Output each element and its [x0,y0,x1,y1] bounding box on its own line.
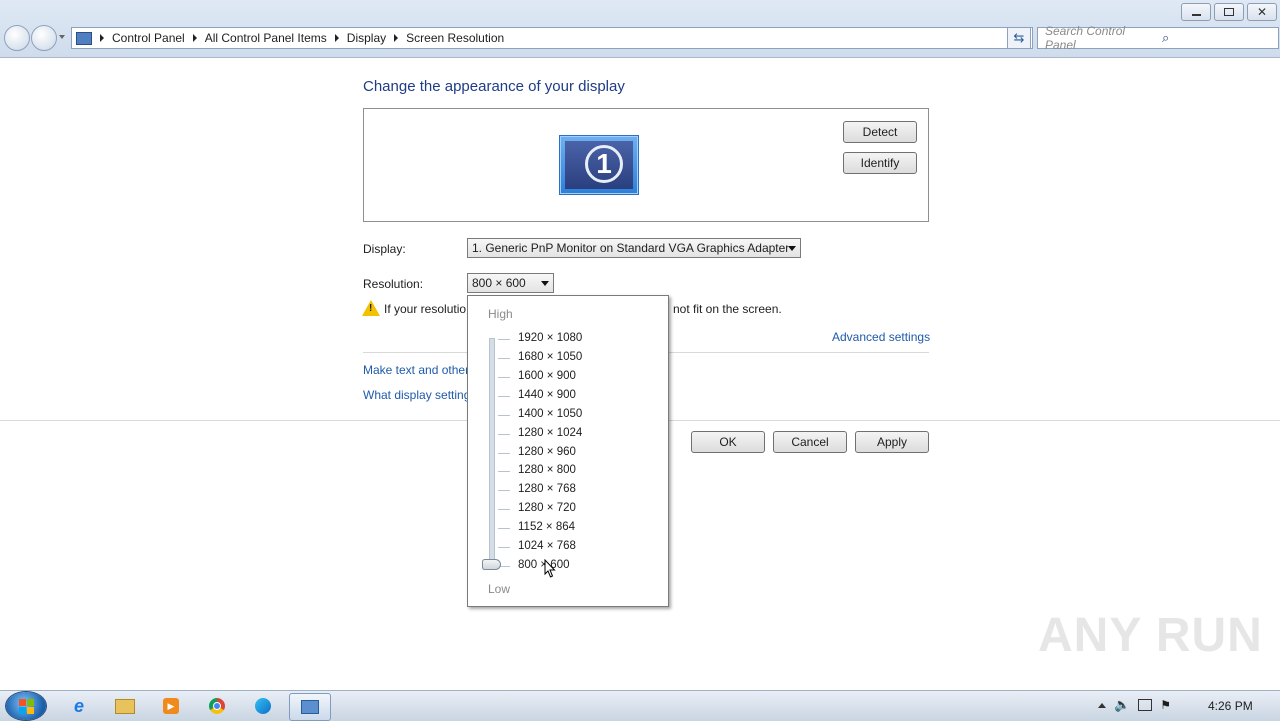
display-value: 1. Generic PnP Monitor on Standard VGA G… [472,241,788,255]
breadcrumb-display[interactable]: Display [347,31,386,45]
watermark: ANY RUN [1038,609,1263,662]
chrome-icon[interactable] [199,694,235,718]
internet-explorer-icon[interactable]: e [61,694,97,718]
history-dropdown-icon[interactable] [59,35,65,39]
close-button[interactable]: ✕ [1247,3,1277,21]
slider-tick [498,377,510,378]
network-icon[interactable] [1138,699,1153,711]
apply-button[interactable]: Apply [855,431,929,453]
monitor-number: 1 [585,145,623,183]
slider-tick [498,547,510,548]
screen-resolution-icon[interactable] [289,693,331,721]
breadcrumb-separator-icon [100,34,104,42]
breadcrumb-control-panel[interactable]: Control Panel [112,31,185,45]
control-panel-icon [76,31,92,45]
forward-button[interactable] [31,25,57,51]
breadcrumb-separator-icon [192,34,197,42]
resolution-label: Resolution: [363,277,424,291]
resolution-option[interactable]: 1280 × 800 [518,464,576,476]
address-bar[interactable]: Control Panel All Control Panel Items Di… [71,27,1033,49]
breadcrumb-all-items[interactable]: All Control Panel Items [205,31,327,45]
chevron-down-icon [788,245,796,251]
slider-tick [498,396,510,397]
taskbar: e ▶ 🔈 ⚑ 4:26 PM [0,690,1280,721]
back-button[interactable] [4,25,30,51]
resolution-option[interactable]: 1920 × 1080 [518,332,582,344]
minimize-icon [1191,14,1201,16]
advanced-settings-link[interactable]: Advanced settings [832,330,930,344]
slider-tick [498,358,510,359]
resolution-select[interactable]: 800 × 600 [467,273,554,293]
search-box[interactable]: Search Control Panel ⌕ [1037,24,1279,52]
page-title: Change the appearance of your display [363,78,625,95]
action-center-flag-icon[interactable]: ⚑ [1160,698,1171,712]
resolution-value: 800 × 600 [472,276,526,290]
warning-text: If your resolutio [384,302,467,316]
identify-button[interactable]: Identify [843,152,917,174]
restore-button[interactable] [1214,3,1244,21]
resolution-option[interactable]: 1152 × 864 [518,521,575,533]
slider-tick [498,453,510,454]
show-hidden-icons-icon[interactable] [1098,702,1106,708]
warning-icon: ! [362,300,380,316]
search-input[interactable]: Search Control Panel [1038,24,1155,52]
resolution-option[interactable]: 1680 × 1050 [518,351,582,363]
low-label: Low [488,582,511,596]
resolution-option[interactable]: 1024 × 768 [518,540,576,552]
resolution-option[interactable]: 1280 × 768 [518,483,576,495]
cancel-button[interactable]: Cancel [773,431,847,453]
mouse-cursor-icon [544,559,556,578]
start-button[interactable] [6,692,46,720]
breadcrumb-separator-icon [334,34,339,42]
monitor-screen: 1 [565,141,633,189]
display-settings-help-link[interactable]: What display setting [363,388,470,402]
breadcrumb-screen-resolution[interactable]: Screen Resolution [406,31,504,45]
warning-text-end: not fit on the screen. [673,302,782,316]
resolution-option[interactable]: 1440 × 900 [518,389,576,401]
slider-tick [498,509,510,510]
slider-tick [498,415,510,416]
monitor-1-icon[interactable]: 1 [559,135,639,195]
file-explorer-icon[interactable] [107,694,143,718]
slider-tick [498,339,510,340]
slider-tick [498,434,510,435]
refresh-icon: ⇆ [1013,30,1025,45]
search-icon[interactable]: ⌕ [1155,30,1278,46]
slider-tick [498,528,510,529]
detect-button[interactable]: Detect [843,121,917,143]
resolution-dropdown[interactable]: High 1920 × 1080 1680 × 1050 1600 × 900 … [467,295,669,607]
display-select[interactable]: 1. Generic PnP Monitor on Standard VGA G… [467,238,801,258]
minimize-button[interactable] [1181,3,1211,21]
restore-icon [1224,8,1234,16]
system-tray: 🔈 ⚑ [1098,697,1171,713]
close-icon: ✕ [1256,5,1268,19]
resolution-option[interactable]: 1600 × 900 [518,370,576,382]
refresh-button[interactable]: ⇆ [1007,27,1031,49]
high-label: High [488,307,513,321]
text-size-link[interactable]: Make text and other [363,363,469,377]
slider-tick [498,490,510,491]
edge-icon[interactable] [245,694,281,718]
slider-tick [498,471,510,472]
resolution-option[interactable]: 1280 × 1024 [518,427,582,439]
resolution-option[interactable]: 1400 × 1050 [518,408,582,420]
clock[interactable]: 4:26 PM [1208,699,1253,713]
windows-logo-icon [18,698,34,714]
chevron-down-icon [541,280,549,286]
media-player-icon[interactable]: ▶ [153,694,189,718]
resolution-option[interactable]: 1280 × 720 [518,502,576,514]
monitor-preview: 1 Detect Identify [363,108,929,222]
resolution-slider-thumb[interactable] [482,559,501,570]
display-label: Display: [363,242,406,256]
breadcrumb-separator-icon [394,34,399,42]
window-chrome: ✕ Control Panel All Control Panel Items … [0,0,1280,58]
resolution-slider-track[interactable] [489,338,495,568]
resolution-option[interactable]: 1280 × 960 [518,446,576,458]
volume-icon[interactable]: 🔈 [1114,697,1130,713]
ok-button[interactable]: OK [691,431,765,453]
